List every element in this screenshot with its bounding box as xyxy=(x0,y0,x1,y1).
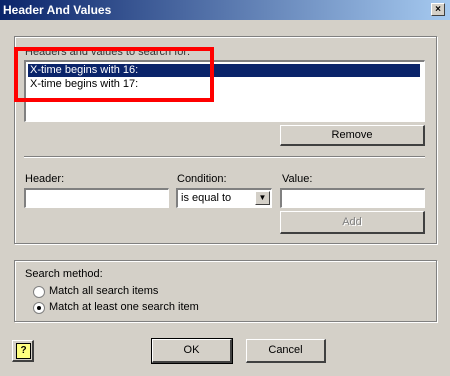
radio-match-any[interactable] xyxy=(33,302,45,314)
remove-button-label: Remove xyxy=(331,129,373,141)
cancel-button-label: Cancel xyxy=(268,344,303,356)
add-button-label: Add xyxy=(342,216,362,228)
radio-match-all[interactable] xyxy=(33,286,45,298)
condition-label: Condition: xyxy=(177,173,227,185)
condition-value: is equal to xyxy=(181,192,232,204)
radio-match-any-label[interactable]: Match at least one search item xyxy=(49,301,199,313)
value-label: Value: xyxy=(282,173,313,185)
title-bar: Header And Values × xyxy=(0,0,450,20)
red-highlight-box xyxy=(14,47,214,102)
close-button[interactable]: × xyxy=(431,3,445,16)
radio-match-all-label[interactable]: Match all search items xyxy=(49,285,158,297)
condition-select[interactable]: is equal to ▼ xyxy=(176,188,272,208)
help-button[interactable]: ? xyxy=(12,340,34,362)
add-button[interactable]: Add xyxy=(280,211,425,234)
chevron-down-icon[interactable]: ▼ xyxy=(255,191,270,205)
radio-dot xyxy=(37,306,41,310)
cancel-button[interactable]: Cancel xyxy=(246,339,326,363)
header-label: Header: xyxy=(25,173,65,185)
help-icon: ? xyxy=(16,343,31,359)
ok-button[interactable]: OK xyxy=(151,338,233,364)
header-input[interactable] xyxy=(24,188,169,208)
ok-button-label: OK xyxy=(183,344,200,356)
group-separator xyxy=(24,156,425,158)
search-method-label: Search method: xyxy=(25,268,103,280)
value-input[interactable] xyxy=(280,188,425,208)
remove-button[interactable]: Remove xyxy=(280,125,425,146)
window-title: Header And Values xyxy=(3,3,112,17)
